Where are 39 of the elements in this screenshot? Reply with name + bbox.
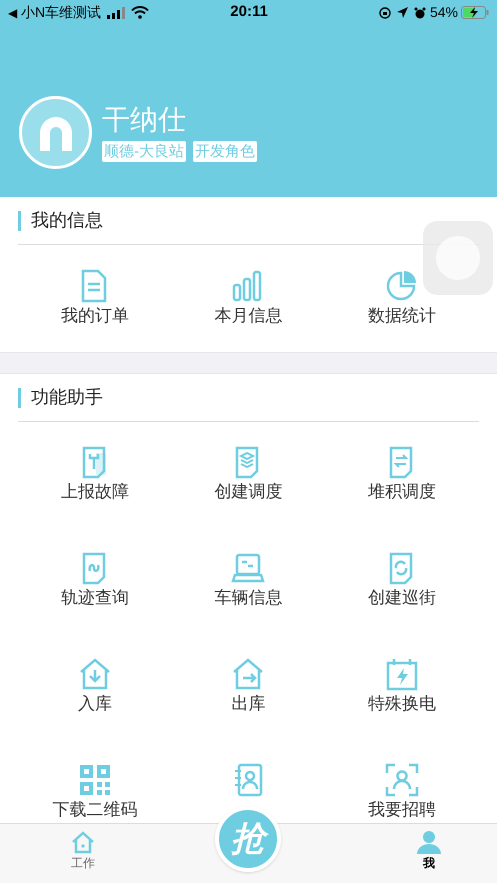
battery-percent: 54% [430,3,458,22]
wifi-icon [131,6,150,19]
home-icon [70,830,96,854]
role-tag: 开发角色 [193,141,257,162]
floating-touch-button[interactable] [423,221,493,295]
menu-item-label[interactable]: 特殊换电 [368,694,436,714]
tab-button[interactable]: 我 [416,824,442,883]
calendar-lightning-icon[interactable] [385,657,420,691]
laptop-icon[interactable] [231,551,266,585]
menu-item-label[interactable]: 我要招聘 [368,800,436,820]
menu-item-label[interactable]: 下载二维码 [52,800,138,820]
menu-item-label[interactable]: 入库 [78,694,112,714]
user-name: 干纳仕 [102,103,187,137]
person-scan-icon[interactable] [385,763,420,797]
clock-time: 20:11 [230,2,268,22]
house-arrow-icon[interactable] [231,657,266,691]
rotation-lock-icon [378,6,391,18]
menu-item-label[interactable]: 创建调度 [214,482,282,502]
carrier-name: 小N车维测试 [21,3,102,22]
battery-icon [461,6,490,19]
menu-item-label[interactable]: 本月信息 [214,306,282,326]
menu-item-label[interactable]: 车辆信息 [214,588,282,608]
qr-code-icon[interactable] [78,763,112,797]
tab-button[interactable]: 工作 [0,824,166,883]
menu-item-label[interactable]: 轨迹查询 [60,588,129,608]
role-tag: 顺德-大良站 [102,141,186,162]
signal-icon [107,6,126,18]
menu-item-label[interactable]: 我的订单 [60,306,129,326]
menu-item-label[interactable]: 上报故障 [60,482,129,502]
back-arrow-icon[interactable]: ◀ [8,4,17,22]
section-title: 我的信息 [31,209,103,232]
menu-item-label[interactable]: 堆积调度 [368,482,436,502]
menu-item-label[interactable]: 创建巡街 [368,588,436,608]
menu-item-label[interactable]: 出库 [231,694,266,714]
person-icon [416,830,442,854]
house-download-icon[interactable] [78,657,112,691]
menu-item-label[interactable]: 数据统计 [368,306,436,326]
section-title: 功能助手 [31,386,103,409]
location-arrow-icon [396,7,408,18]
